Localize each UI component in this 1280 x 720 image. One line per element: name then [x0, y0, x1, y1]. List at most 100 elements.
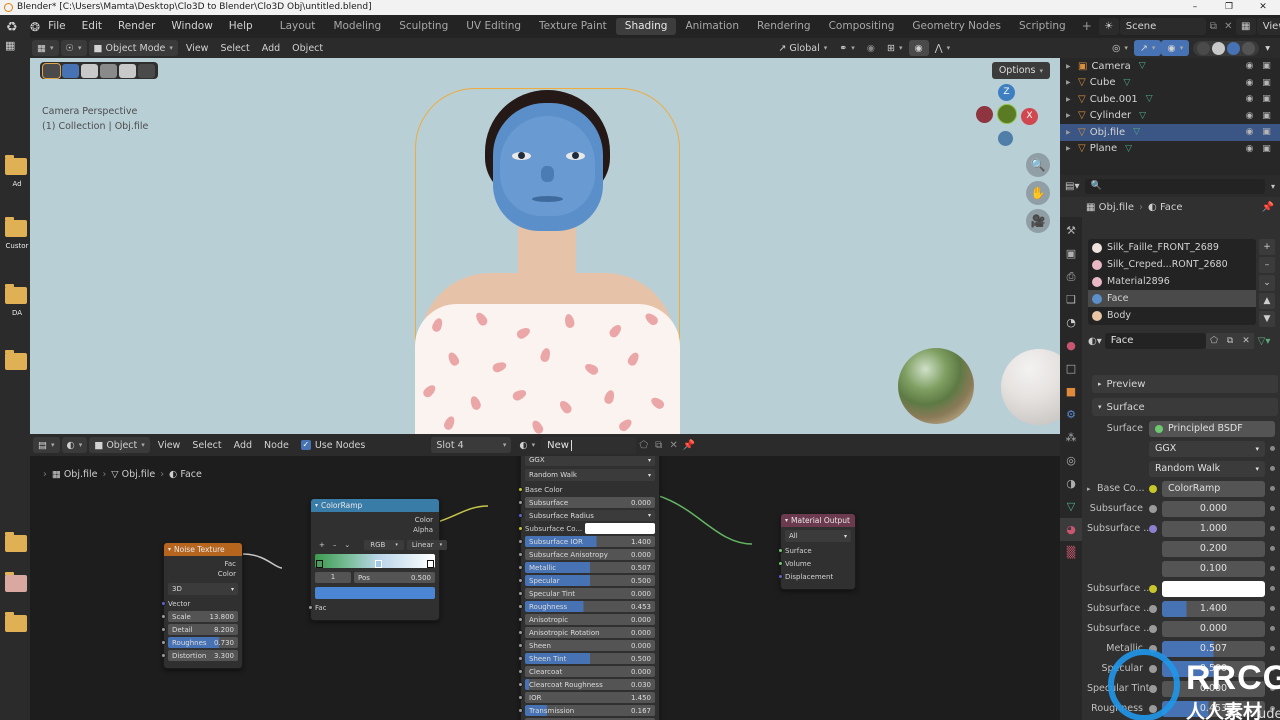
- property-value[interactable]: 0.000: [1162, 500, 1265, 517]
- property-value[interactable]: 1.000: [1162, 520, 1265, 537]
- visibility-eye-icon[interactable]: ◉: [1241, 61, 1258, 71]
- property-slider[interactable]: 0.453: [1162, 700, 1265, 717]
- viewlayer-name-field[interactable]: ViewLayer: [1256, 18, 1280, 35]
- move-slot-up-button[interactable]: ▲: [1259, 293, 1275, 309]
- property-slider[interactable]: 0.507: [1162, 640, 1265, 657]
- camera-data-icon[interactable]: ▽: [1139, 61, 1146, 71]
- socket-vector[interactable]: [161, 601, 166, 606]
- bsdf-row[interactable]: Subsurface Anisotropy 0.000: [518, 549, 655, 560]
- socket[interactable]: [518, 539, 523, 544]
- material-slot-list[interactable]: Silk_Faille_FRONT_2689 Silk_Creped...RONT…: [1088, 239, 1256, 325]
- transform-orientation-dropdown[interactable]: ↗ Global ▾: [772, 40, 833, 56]
- shading-rendered-icon[interactable]: [1242, 41, 1256, 55]
- property-link-value[interactable]: ColorRamp: [1162, 480, 1265, 497]
- editor-type-icon[interactable]: ▦ ▾: [32, 40, 59, 56]
- property-row[interactable]: 0.100: [1087, 560, 1275, 577]
- expand-chevron-icon[interactable]: ▸: [1087, 485, 1097, 493]
- snap-magnet-icon[interactable]: ⚭ ▾: [833, 40, 860, 56]
- shading-material-preview-icon[interactable]: [1227, 41, 1241, 55]
- socket-fac[interactable]: [308, 605, 313, 610]
- animate-dot[interactable]: [1270, 606, 1275, 611]
- roughness-slider[interactable]: Roughnes 0.730: [168, 637, 238, 648]
- subsurface-method-dropdown[interactable]: Random Walk ▾: [1149, 460, 1265, 477]
- viewport-menu-select[interactable]: Select: [214, 40, 255, 56]
- properties-tab-data[interactable]: ▽: [1060, 495, 1082, 518]
- viewport-menu-object[interactable]: Object: [286, 40, 329, 56]
- node-material-output[interactable]: ▾ Material Output All ▾ Surface Volume D…: [778, 513, 856, 590]
- property-row[interactable]: Subsurface ... 1.000: [1087, 520, 1275, 537]
- outliner-item-cube-001[interactable]: ▶ ▽ Cube.001 ▽ ◉ ▣: [1060, 91, 1280, 108]
- object-mode-dropdown[interactable]: ■ Object Mode ▾: [88, 40, 178, 56]
- bsdf-row[interactable]: Subsurface 0.000: [518, 497, 655, 508]
- select-lasso-icon[interactable]: [100, 63, 117, 78]
- distribution-row[interactable]: GGX ▾: [1087, 440, 1275, 457]
- ramp-interpolation-dropdown[interactable]: Linear ▾: [406, 540, 448, 550]
- property-row[interactable]: ▸ Base Co... ColorRamp: [1087, 480, 1275, 497]
- socket-dot[interactable]: [1149, 684, 1157, 693]
- workspace-tab-modeling[interactable]: Modeling: [324, 18, 390, 35]
- node-input-fac[interactable]: Fac: [308, 602, 435, 613]
- node-menu-view[interactable]: View: [152, 437, 187, 453]
- scene-icon[interactable]: ☀: [1098, 18, 1119, 35]
- breadcrumb-item-material[interactable]: Face: [180, 469, 201, 480]
- bsdf-row[interactable]: Base Color: [518, 484, 655, 495]
- subsurface-method-row[interactable]: Random Walk ▾: [1087, 460, 1275, 477]
- bsdf-row[interactable]: Anisotropic 0.000: [518, 614, 655, 625]
- shader-object-dropdown[interactable]: ■ Object ▾: [89, 437, 150, 453]
- folder-icon[interactable]: [5, 284, 27, 304]
- unlink-material-icon[interactable]: ✕: [666, 437, 681, 454]
- select-invert-icon[interactable]: [119, 63, 136, 78]
- render-camera-icon[interactable]: ▣: [1258, 127, 1275, 137]
- bsdf-row[interactable]: Specular 0.500: [518, 575, 655, 586]
- socket-dot[interactable]: [1149, 584, 1157, 593]
- recycle-bin-icon[interactable]: ♻: [6, 20, 18, 35]
- bsdf-row[interactable]: Metallic 0.507: [518, 562, 655, 573]
- value-field[interactable]: IOR 1.450: [525, 692, 655, 703]
- material-browse-icon[interactable]: ◐▾: [1088, 336, 1102, 347]
- node-output-color[interactable]: Color: [168, 569, 238, 579]
- socket-roughness[interactable]: [161, 640, 166, 645]
- viewport-options-button[interactable]: Options ▾: [991, 62, 1050, 79]
- node-menu-node[interactable]: Node: [258, 437, 295, 453]
- duplicate-material-icon[interactable]: ⧉: [651, 437, 666, 454]
- bsdf-row[interactable]: Subsurface Radius ▾: [518, 510, 655, 521]
- material-icon[interactable]: ◐ ▾: [513, 437, 541, 453]
- menu-help[interactable]: Help: [221, 15, 261, 38]
- socket-dot[interactable]: [1149, 524, 1157, 533]
- property-slider[interactable]: 0.500: [1162, 660, 1265, 677]
- animate-dot[interactable]: [1270, 546, 1275, 551]
- folder-icon[interactable]: [5, 217, 27, 237]
- viewport-overlays-icon[interactable]: ⋀ ▾: [929, 40, 956, 56]
- animate-dot[interactable]: [1270, 686, 1275, 691]
- properties-search-input[interactable]: 🔍: [1085, 178, 1265, 194]
- blender-logo-icon[interactable]: ❂: [30, 20, 40, 34]
- value-field[interactable]: Anisotropic Rotation 0.000: [525, 627, 655, 638]
- socket[interactable]: [518, 643, 523, 648]
- disclosure-triangle-icon[interactable]: ▶: [1066, 96, 1078, 103]
- node-input-volume[interactable]: Volume: [778, 558, 851, 569]
- folder-icon[interactable]: [5, 155, 27, 175]
- value-field[interactable]: Anisotropic 0.000: [525, 614, 655, 625]
- gizmo-axis-y[interactable]: [997, 104, 1017, 124]
- filter-chevron-icon[interactable]: ▾: [1271, 182, 1275, 191]
- visibility-eye-icon[interactable]: ◉: [1241, 94, 1258, 104]
- pin-icon[interactable]: 📌: [1262, 202, 1280, 213]
- property-row[interactable]: Specular Tint 0.000: [1087, 680, 1275, 697]
- 3d-viewport[interactable]: Camera Perspective (1) Collection | Obj.…: [30, 58, 1060, 434]
- app-shortcut-icon[interactable]: ▦: [5, 39, 15, 52]
- folder-icon[interactable]: [5, 612, 27, 632]
- node-menu-select[interactable]: Select: [186, 437, 227, 453]
- properties-tab-texture[interactable]: ▒: [1060, 541, 1082, 564]
- value-field[interactable]: Subsurface IOR 1.400: [525, 536, 655, 547]
- disclosure-triangle-icon[interactable]: ▶: [1066, 79, 1078, 86]
- properties-tab-collection[interactable]: □: [1060, 357, 1082, 380]
- bsdf-row[interactable]: Clearcoat 0.000: [518, 666, 655, 677]
- subsurface-method-dropdown[interactable]: Random Walk ▾: [525, 469, 655, 481]
- socket-dot[interactable]: [1149, 484, 1157, 493]
- socket-dot[interactable]: [1149, 704, 1157, 713]
- properties-tab-view-layer[interactable]: ❑: [1060, 288, 1082, 311]
- value-field[interactable]: Subsurface 0.000: [525, 497, 655, 508]
- viewport-gizmo-toggle-icon[interactable]: ◉: [908, 40, 929, 56]
- workspace-tab-shading[interactable]: Shading: [615, 18, 677, 35]
- socket[interactable]: [518, 487, 523, 492]
